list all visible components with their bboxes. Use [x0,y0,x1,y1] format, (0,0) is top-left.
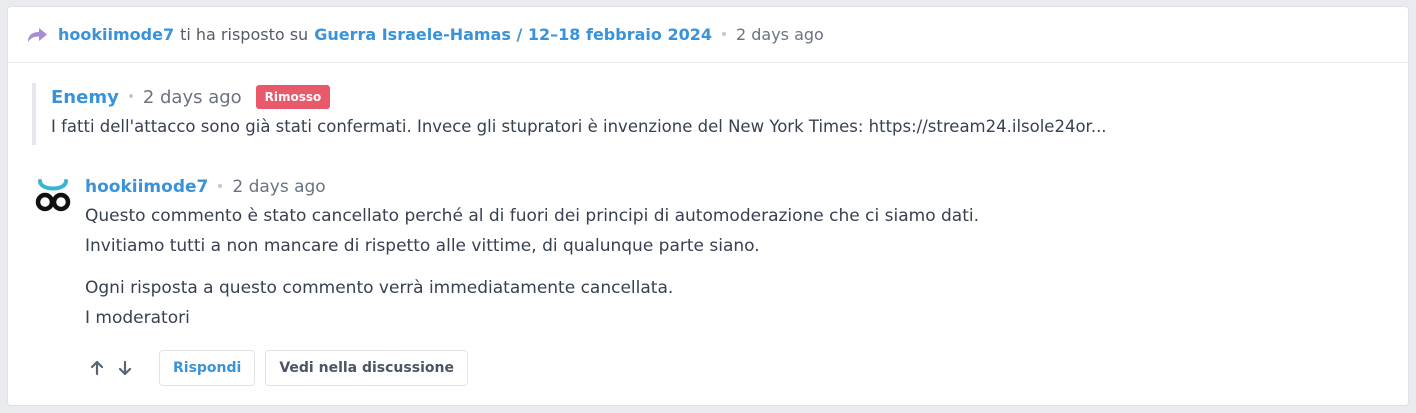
reply-line: Ogni risposta a questo commento verrà im… [85,278,674,298]
reply-button[interactable]: Rispondi [159,350,256,386]
header-time: 2 days ago [735,25,824,44]
comment-actions: Rispondi Vedi nella discussione [85,350,468,386]
parent-comment-meta: Enemy 2 days ago Rimosso [51,83,1392,111]
avatar-icon[interactable] [34,179,72,213]
reply-line: I moderatori [85,308,190,328]
removed-badge: Rimosso [255,85,331,109]
parent-time: 2 days ago [142,86,242,108]
reply-line: Invitiamo tutti a non mancare di rispett… [85,236,760,256]
arrow-down-icon[interactable] [113,356,137,380]
reply-line: Questo commento è stato cancellato perch… [85,206,979,226]
parent-comment-text: I fatti dell'attacco sono già stati conf… [51,117,1107,136]
action-text: ti ha risposto su [180,25,309,44]
separator-dot [218,184,223,188]
reply-comment-body: Questo commento è stato cancellato perch… [85,201,1385,333]
view-in-discussion-button[interactable]: Vedi nella discussione [265,350,468,386]
actor-link[interactable]: hookiimode7 [58,25,174,44]
separator-dot [721,31,726,36]
reply-author-link[interactable]: hookiimode7 [85,177,208,197]
reply-arrow-icon [26,26,48,44]
parent-author-link[interactable]: Enemy [51,87,119,108]
arrow-up-icon[interactable] [85,356,109,380]
reply-comment-meta: hookiimode7 2 days ago [85,173,1385,201]
notification-header: hookiimode7 ti ha risposto su Guerra Isr… [8,7,1408,63]
thread-title-link[interactable]: Guerra Israele-Hamas / 12–18 febbraio 20… [314,25,712,44]
separator-dot [128,94,133,98]
notification-card: hookiimode7 ti ha risposto su Guerra Isr… [7,6,1409,406]
parent-comment: Enemy 2 days ago Rimosso I fatti dell'at… [32,83,1392,145]
reply-comment: hookiimode7 2 days ago Questo commento è… [85,173,1385,333]
reply-time: 2 days ago [232,177,326,197]
